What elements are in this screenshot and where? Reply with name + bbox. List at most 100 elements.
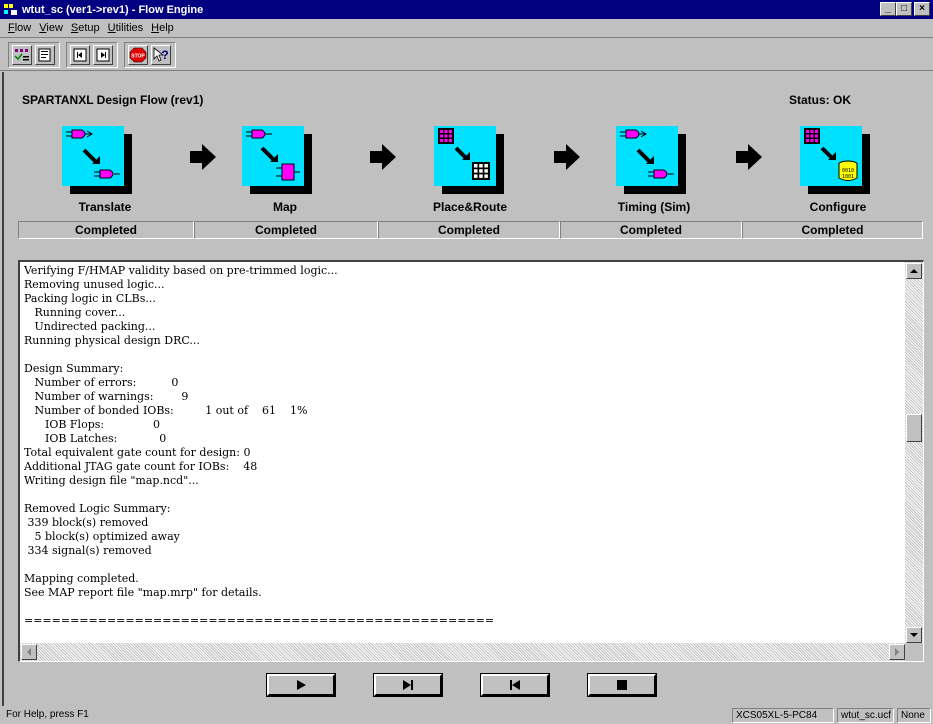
scroll-down-icon[interactable] xyxy=(906,627,922,643)
log-line: ========================================… xyxy=(24,614,495,627)
log-line: Verifying F/HMAP validity based on pre-t… xyxy=(24,264,338,277)
window-title: wtut_sc (ver1->rev1) - Flow Engine xyxy=(22,3,204,16)
menu-bar: Flow View Setup Utilities Help xyxy=(0,19,933,37)
step-label-map: Map xyxy=(273,200,297,214)
log-line: Running physical design DRC... xyxy=(24,334,200,347)
log-line: 339 block(s) removed xyxy=(24,516,149,529)
help-hint: For Help, press F1 xyxy=(6,709,89,720)
flow-options-icon[interactable] xyxy=(12,45,32,65)
log-text: Verifying F/HMAP validity based on pre-t… xyxy=(24,264,898,645)
translate-icon[interactable] xyxy=(62,126,124,186)
scroll-right-icon[interactable] xyxy=(889,644,905,660)
log-line: Removed Logic Summary: xyxy=(24,502,171,515)
report-icon[interactable] xyxy=(35,45,55,65)
toolbar-group-steps xyxy=(66,42,118,68)
log-line: Removing unused logic... xyxy=(24,278,165,291)
minimize-icon[interactable]: _ xyxy=(880,2,896,16)
menu-utilities[interactable]: Utilities xyxy=(104,22,147,34)
play-icon xyxy=(297,680,306,690)
status-configure: Completed xyxy=(742,221,923,239)
log-line: Additional JTAG gate count for IOBs: 48 xyxy=(24,460,258,473)
menu-help[interactable]: Help xyxy=(147,22,178,34)
step-back-icon[interactable] xyxy=(70,45,90,65)
close-icon[interactable]: × xyxy=(914,2,930,16)
flow-title: SPARTANXL Design Flow (rev1) xyxy=(22,93,204,107)
step-configure[interactable]: 0010 1001 Configure xyxy=(800,126,933,216)
vertical-scrollbar[interactable] xyxy=(905,262,923,644)
toolbar-group-options xyxy=(8,42,60,68)
step-label-configure: Configure xyxy=(809,200,867,214)
log-line: 5 block(s) optimized away xyxy=(24,530,180,543)
place-route-icon[interactable] xyxy=(434,126,496,186)
stop-button[interactable] xyxy=(587,673,657,697)
status-place-route: Completed xyxy=(378,221,560,239)
scroll-left-icon[interactable] xyxy=(21,644,37,660)
flow-arrow-icon xyxy=(552,142,582,172)
flow-status: Status: OK xyxy=(789,93,852,107)
log-line: Packing logic in CLBs... xyxy=(24,292,156,305)
toolbar: STOP ? xyxy=(0,37,933,71)
svg-text:STOP: STOP xyxy=(131,54,145,60)
log-line: Number of bonded IOBs: 1 out of 61 1% xyxy=(24,404,308,417)
app-icon[interactable] xyxy=(3,3,19,17)
map-icon[interactable] xyxy=(242,126,304,186)
step-timing[interactable]: Timing (Sim) xyxy=(616,126,796,216)
timing-icon[interactable] xyxy=(616,126,678,186)
step-label-place-route: Place&Route xyxy=(432,200,508,214)
configure-icon[interactable]: 0010 1001 xyxy=(800,126,862,186)
step-status-row: Completed Completed Completed Completed … xyxy=(18,221,923,239)
flow-panel: SPARTANXL Design Flow (rev1) Status: OK … xyxy=(2,72,933,706)
status-bar: For Help, press F1 XCS05XL-5-PC84 wtut_s… xyxy=(0,706,933,724)
log-line: Mapping completed. xyxy=(24,572,139,585)
log-line: Running cover... xyxy=(24,306,126,319)
menu-flow[interactable]: Flow xyxy=(4,22,35,34)
step-button[interactable] xyxy=(373,673,443,697)
menu-view[interactable]: View xyxy=(35,22,67,34)
ucf-pane: wtut_sc.ucf xyxy=(837,708,894,723)
status-map: Completed xyxy=(194,221,378,239)
flow-arrow-icon xyxy=(734,142,764,172)
log-line: Design Summary: xyxy=(24,362,124,375)
device-pane: XCS05XL-5-PC84 xyxy=(732,708,834,723)
menu-setup[interactable]: Setup xyxy=(67,22,104,34)
step-place-route[interactable]: Place&Route xyxy=(433,126,614,216)
horizontal-scrollbar[interactable] xyxy=(20,643,906,661)
status-translate: Completed xyxy=(18,221,194,239)
mode-pane: None xyxy=(897,708,931,723)
flow-arrow-icon xyxy=(188,142,218,172)
flow-arrow-icon xyxy=(368,142,398,172)
scroll-corner xyxy=(905,643,923,661)
stop-square-icon xyxy=(617,680,627,690)
step-label-timing: Timing (Sim) xyxy=(617,200,691,214)
log-line: 334 signal(s) removed xyxy=(24,544,152,557)
log-line: See MAP report file "map.mrp" for detail… xyxy=(24,586,262,599)
stop-icon[interactable]: STOP xyxy=(128,45,148,65)
log-line: Writing design file "map.ncd"... xyxy=(24,474,199,487)
step-label-translate: Translate xyxy=(78,200,132,214)
log-line: IOB Flops: 0 xyxy=(24,418,161,431)
step-forward-icon[interactable] xyxy=(93,45,113,65)
log-line: Undirected packing... xyxy=(24,320,156,333)
svg-text:?: ? xyxy=(161,48,168,62)
step-icon xyxy=(403,680,413,690)
log-line: IOB Latches: 0 xyxy=(24,432,167,445)
context-help-icon[interactable]: ? xyxy=(151,45,171,65)
rewind-icon xyxy=(510,680,520,690)
log-output[interactable]: Verifying F/HMAP validity based on pre-t… xyxy=(18,260,924,662)
vertical-scroll-thumb[interactable] xyxy=(906,414,922,442)
toolbar-group-control: STOP ? xyxy=(124,42,176,68)
title-bar[interactable]: wtut_sc (ver1->rev1) - Flow Engine _ □ × xyxy=(0,0,933,19)
status-timing: Completed xyxy=(560,221,742,239)
rewind-button[interactable] xyxy=(480,673,550,697)
play-button[interactable] xyxy=(266,673,336,697)
svg-text:1001: 1001 xyxy=(842,174,854,180)
log-line: Total equivalent gate count for design: … xyxy=(24,446,251,459)
maximize-icon[interactable]: □ xyxy=(896,2,912,16)
log-line: Number of warnings: 9 xyxy=(24,390,189,403)
scroll-up-icon[interactable] xyxy=(906,263,922,279)
log-line: Number of errors: 0 xyxy=(24,376,179,389)
